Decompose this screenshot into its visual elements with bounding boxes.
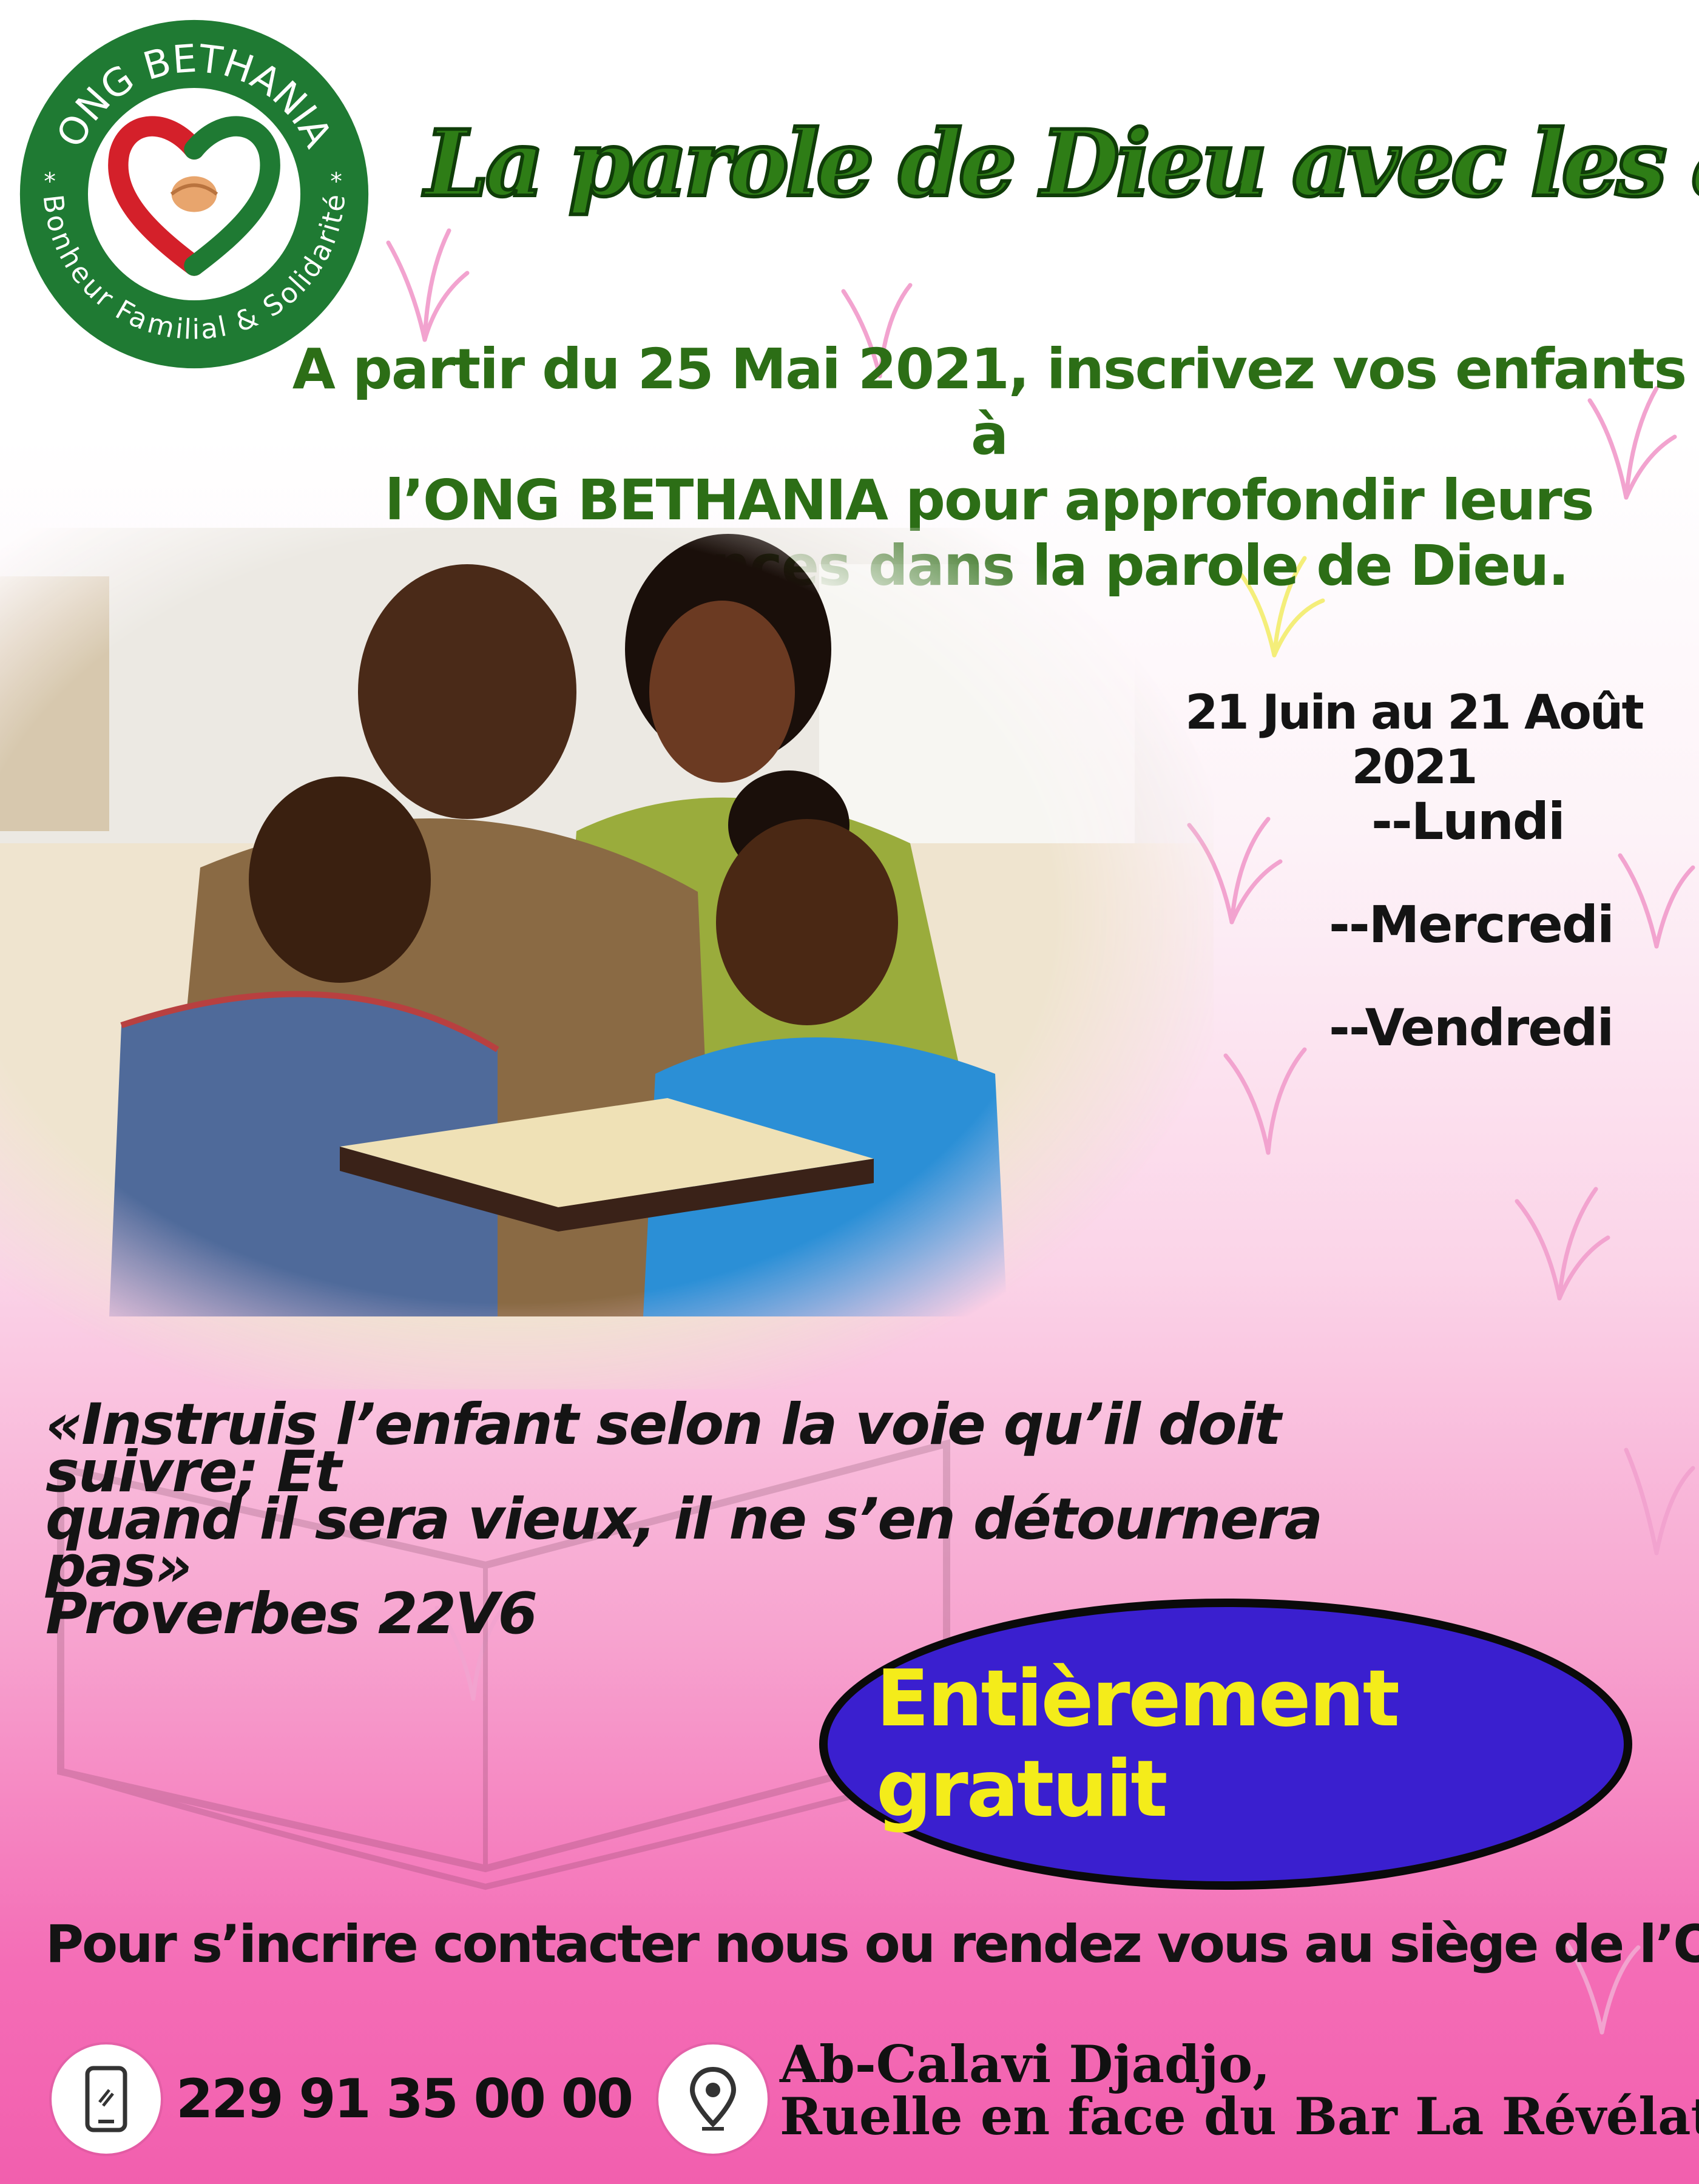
- free-badge-label: Entièrement gratuit: [876, 1654, 1400, 1835]
- schedule-day-vendredi: --Vendredi: [1329, 998, 1614, 1057]
- svg-text:*: *: [330, 167, 342, 195]
- intro-text: A partir du 25 Mai 2021, inscrivez vos e…: [291, 337, 1687, 598]
- ong-bethania-logo: ONG BETHANIA Bonheur Familial & Solidari…: [19, 19, 369, 369]
- phone-icon: [52, 2044, 161, 2154]
- schedule: 21 Juin au 21 Août 2021 --Lundi --Mercre…: [1141, 686, 1687, 1074]
- schedule-day-mercredi: --Mercredi: [1329, 895, 1615, 954]
- address-line-1: Ab-Calavi Djadjo,: [780, 2034, 1271, 2094]
- address: Ab-Calavi Djadjo, Ruelle en face du Bar …: [780, 2034, 1699, 2172]
- quote-line-1: «Instruis l’enfant selon la voie qu’il d…: [46, 1392, 1282, 1505]
- headline: La parole de Dieu avec les anfants: [423, 109, 1699, 219]
- intro-line-1: A partir du 25 Mai 2021, inscrivez vos e…: [292, 337, 1687, 467]
- schedule-dates: 21 Juin au 21 Août 2021: [1185, 686, 1644, 795]
- intro-line-2: l’ONG BETHANIA pour approfondir leurs: [385, 468, 1594, 533]
- location-pin-icon: [658, 2044, 768, 2154]
- address-line-2: Ruelle en face du Bar La Révélation: [780, 2086, 1699, 2146]
- free-badge: Entièrement gratuit: [819, 1599, 1632, 1890]
- schedule-day-lundi: --Lundi: [1371, 792, 1566, 851]
- bible-quote: «Instruis l’enfant selon la voie qu’il d…: [46, 1392, 1471, 1643]
- poster: ONG BETHANIA Bonheur Familial & Solidari…: [0, 0, 1699, 2184]
- svg-text:*: *: [44, 167, 56, 195]
- phone-number: 229 91 35 00 00: [176, 2068, 633, 2130]
- contact-instructions: Pour s’incrire contacter nous ou rendez …: [46, 1914, 1699, 1975]
- quote-line-2: quand il sera vieux, il ne s’en détourne…: [46, 1486, 1323, 1600]
- family-reading-photo: [0, 528, 1214, 1389]
